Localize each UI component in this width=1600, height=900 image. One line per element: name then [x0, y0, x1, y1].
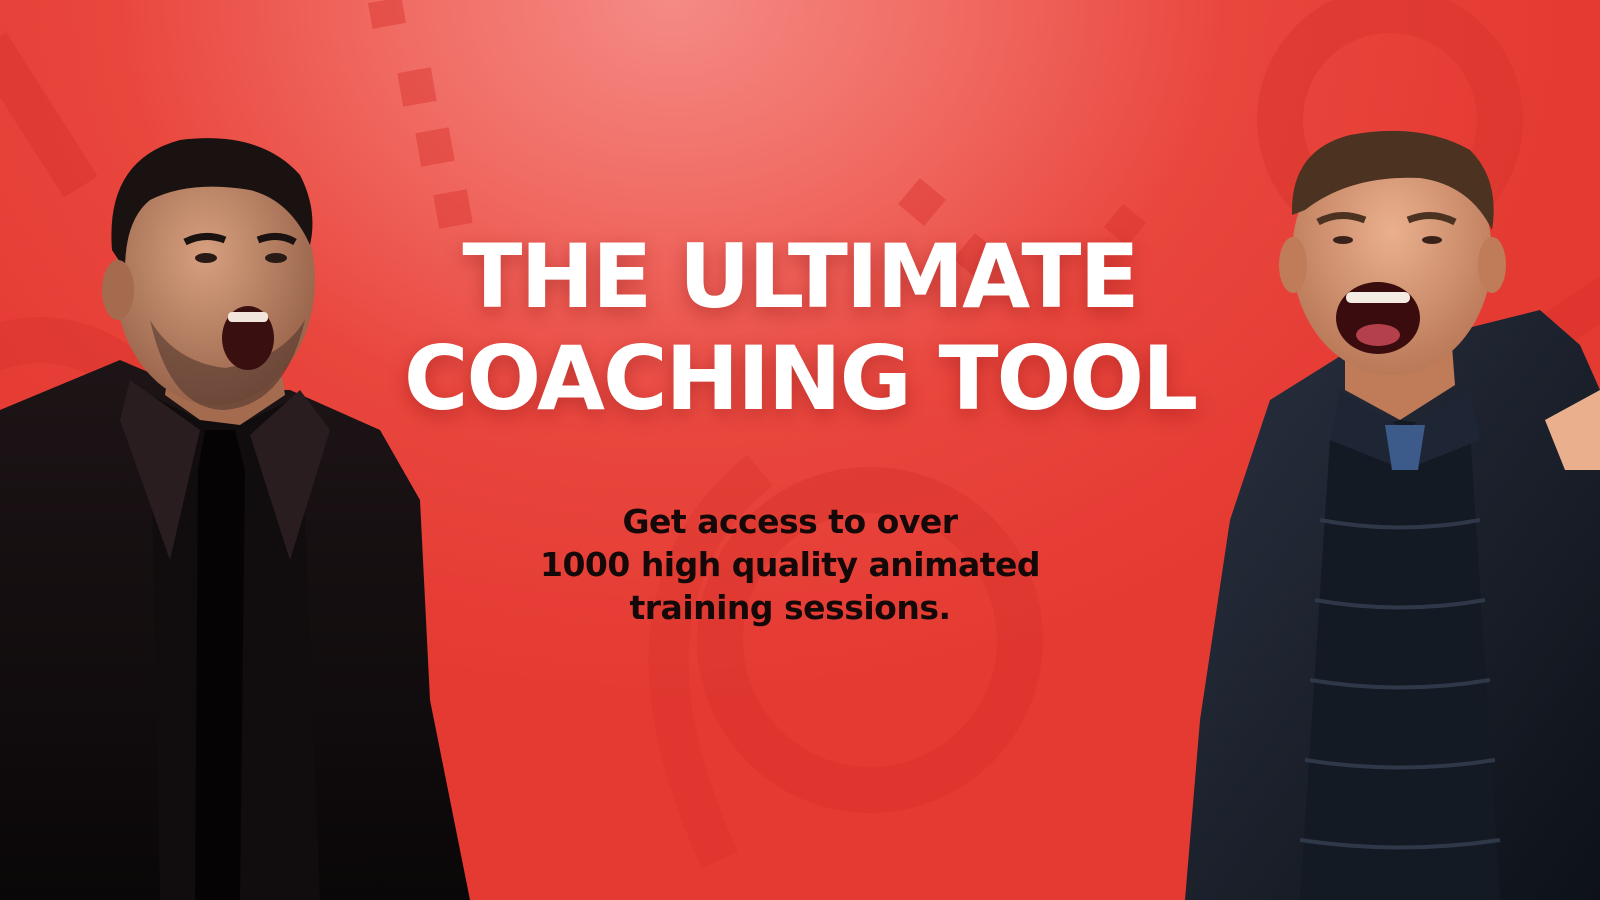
- subheadline-line-1: Get access to over: [622, 502, 958, 541]
- promo-banner: THE ULTIMATE COACHING TOOL Get access to…: [0, 0, 1600, 900]
- subheadline-line-3: training sessions.: [629, 588, 952, 627]
- headline-line-1: THE ULTIMATE: [462, 225, 1139, 328]
- subheadline-line-2: 1000 high quality animated: [539, 545, 1041, 584]
- coach-photo-right: [1185, 130, 1600, 900]
- headline: THE ULTIMATE COACHING TOOL: [290, 226, 1310, 430]
- subheadline: Get access to over 1000 high quality ani…: [470, 500, 1110, 629]
- headline-line-2: COACHING TOOL: [403, 327, 1198, 430]
